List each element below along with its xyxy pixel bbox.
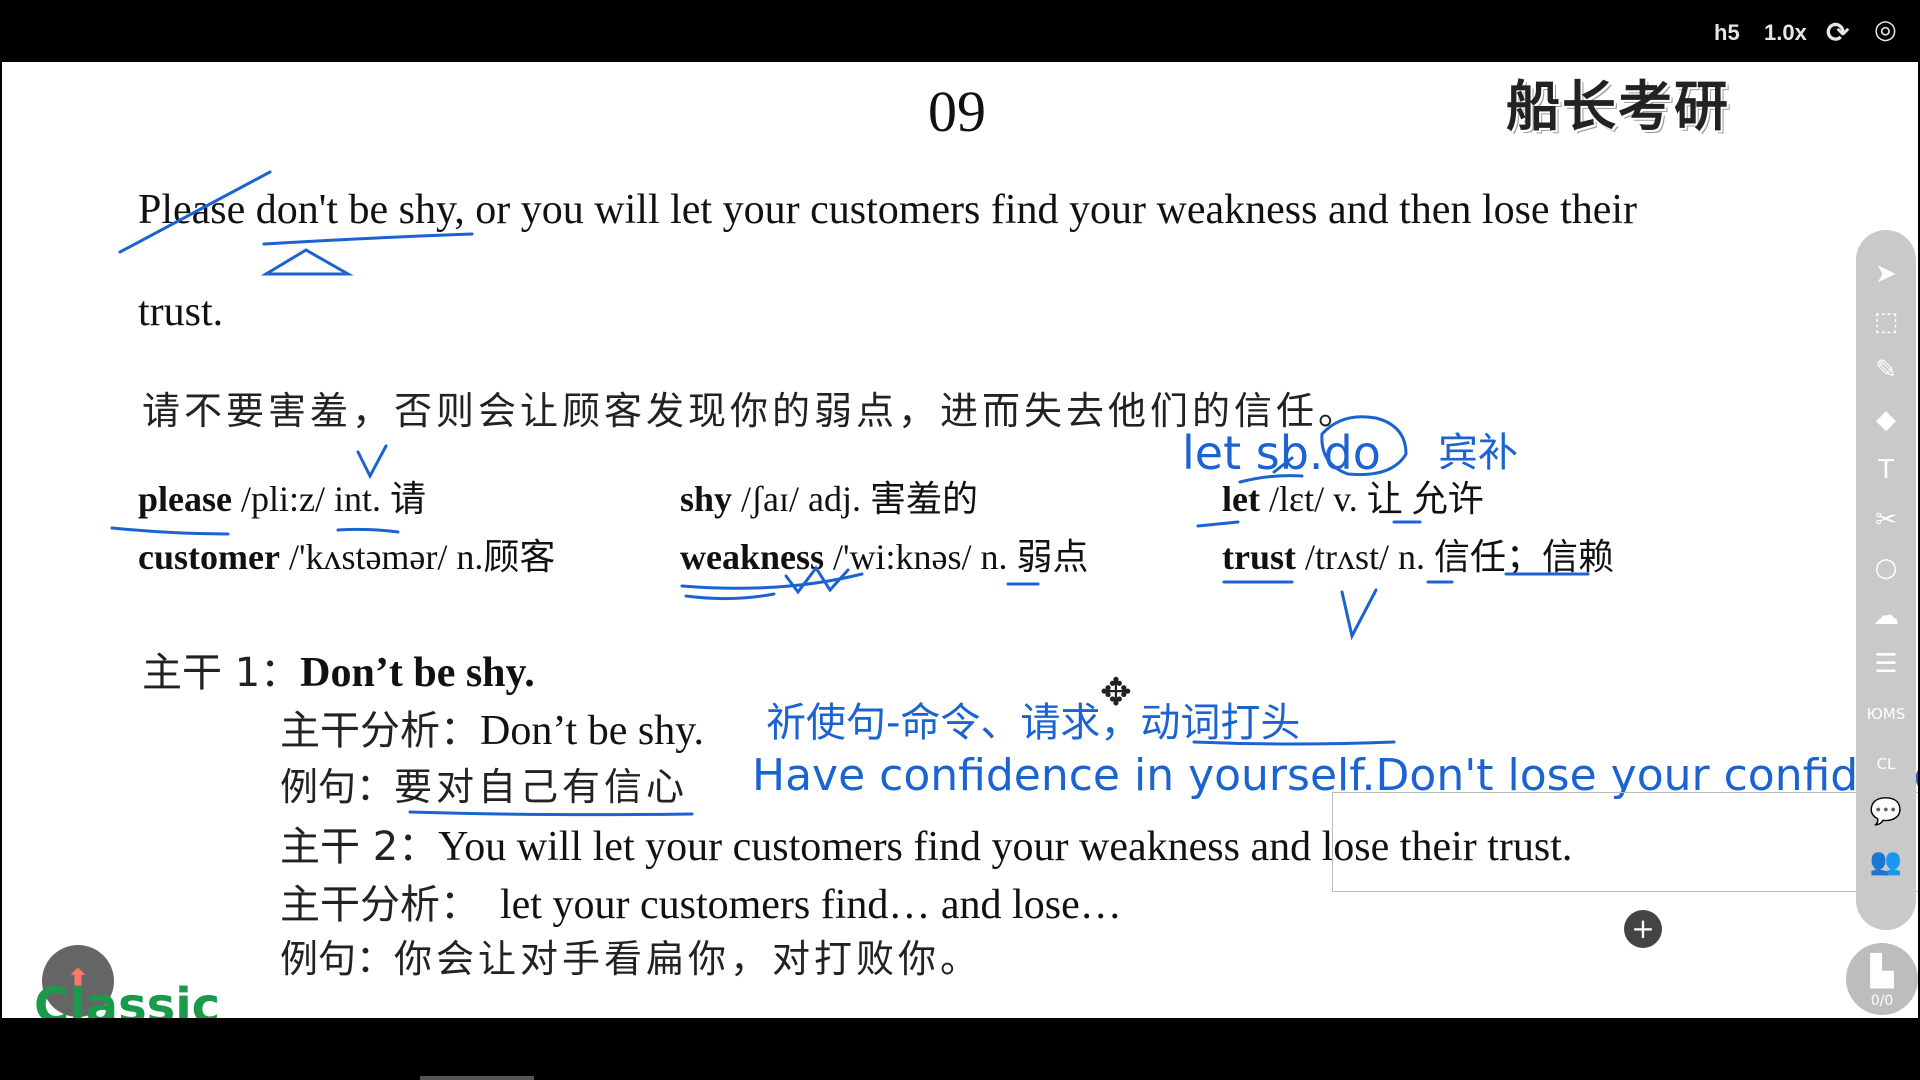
users-icon[interactable]: 👥 — [1866, 842, 1906, 882]
page-counter[interactable]: ▙ 0/0 — [1846, 943, 1918, 1015]
vocab-weakness: weakness /'wi:knəs/ n. 弱点 — [680, 537, 1089, 577]
record-icon[interactable]: ◎ — [1874, 14, 1897, 45]
progress-strip[interactable] — [420, 1076, 534, 1080]
layers-icon[interactable]: ☰ — [1866, 644, 1906, 684]
selection-box[interactable] — [1332, 792, 1918, 892]
main-clause-1: 主干 1：Don’t be shy. — [142, 650, 535, 696]
scissors-icon[interactable]: ✂ — [1866, 500, 1906, 540]
move-cursor-icon: ✥ — [1100, 670, 1132, 714]
text-icon[interactable]: T — [1866, 450, 1906, 490]
annotation-let-sb-do: let sb.do — [1182, 426, 1381, 480]
analysis-1: 主干分析：Don’t be shy. — [280, 708, 704, 754]
example-1: 例句：要对自己有信心 — [280, 765, 689, 809]
cursor-icon[interactable]: ➤ — [1866, 254, 1906, 294]
vocab-please: please /pli:z/ int. 请 — [138, 479, 426, 519]
example-2: 例句：你会让对手看扁你，对打败你。 — [280, 937, 983, 981]
add-icon[interactable]: + — [1624, 910, 1662, 948]
chat-icon[interactable]: 💬 — [1866, 792, 1906, 832]
page-count: 0/0 — [1870, 993, 1894, 1009]
pen-icon[interactable]: ✎ — [1866, 350, 1906, 390]
sentence-translation: 请不要害羞，否则会让顾客发现你的弱点，进而失去他们的信任。 — [142, 389, 1361, 433]
player-bottom-bar — [0, 1018, 1920, 1080]
brand-logo: 船长考研 — [1506, 75, 1730, 138]
mark-icon[interactable]: ЮМS — [1866, 694, 1906, 734]
eraser-icon[interactable]: ◆ — [1866, 400, 1906, 440]
annotation-object-complement: 宾补 — [1438, 430, 1518, 476]
vocab-customer: customer /'kʌstəmər/ n.顾客 — [138, 537, 556, 577]
circle-icon[interactable]: ○ — [1866, 548, 1906, 588]
analysis-2: 主干分析： let your customers find… and lose… — [280, 882, 1122, 928]
quality-button[interactable]: h5 — [1714, 20, 1740, 46]
clear-icon[interactable]: CL — [1866, 744, 1906, 784]
cloud-icon[interactable]: ☁ — [1866, 596, 1906, 636]
vocab-shy: shy /ʃaɪ/ adj. 害羞的 — [680, 479, 978, 519]
sentence-line-1: Please don't be shy, or you will let you… — [138, 187, 1638, 233]
replay-icon[interactable]: ⟳ — [1826, 16, 1849, 49]
annotation-imperative: 祈使句-命令、请求，动词打头 — [766, 700, 1301, 746]
vocab-trust: trust /trʌst/ n. 信任；信赖 — [1222, 537, 1615, 577]
sentence-line-2: trust. — [138, 289, 224, 335]
player-top-bar: h5 1.0x ⟳ ◎ — [0, 0, 1920, 62]
page-icon: ▙ — [1870, 954, 1894, 989]
select-icon[interactable]: ⬚ — [1866, 302, 1906, 342]
lecture-slide: 09 船长考研 Please don't be shy, or you will… — [2, 62, 1918, 1018]
drawing-toolbar: ➤ ⬚ ✎ ◆ T ✂ ○ ☁ ☰ ЮМS CL 💬 👥 — [1856, 230, 1916, 930]
speed-button[interactable]: 1.0x — [1764, 20, 1807, 46]
watermark-logo: Classic — [34, 982, 221, 1018]
page-number: 09 — [928, 79, 986, 144]
